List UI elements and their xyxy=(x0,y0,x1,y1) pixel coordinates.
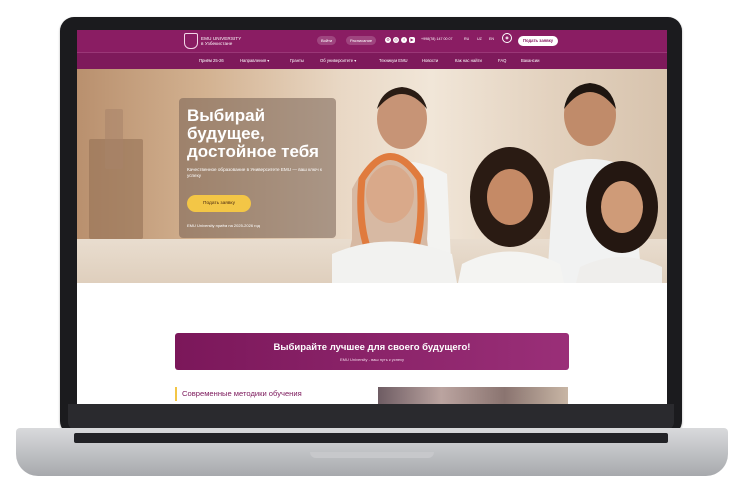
nav-item-directions-label: Направления xyxy=(240,58,267,63)
top-bar: EMU UNIVERSITY в Узбекистане Войти Распи… xyxy=(77,30,667,52)
banner-title: Выбирайте лучшее для своего будущего! xyxy=(273,342,471,353)
nav-item-college[interactable]: Техникум EMU xyxy=(379,58,408,63)
instagram-icon[interactable]: ◎ xyxy=(393,37,399,43)
methods-photo xyxy=(378,387,568,404)
logo[interactable]: EMU UNIVERSITY в Узбекистане xyxy=(184,33,241,49)
login-button[interactable]: Войти xyxy=(317,36,337,45)
laptop-keyboard xyxy=(74,433,668,443)
students-photo xyxy=(332,83,662,283)
apply-button-top[interactable]: Подать заявку xyxy=(518,36,559,46)
schedule-button[interactable]: Расписание xyxy=(346,36,377,45)
nav-item-admission[interactable]: Приём 25-26 xyxy=(199,58,224,63)
banner-subtitle: EMU University - ваш путь к успеху xyxy=(339,357,405,362)
logo-line2: в Узбекистане xyxy=(201,41,233,46)
promo-banner: Выбирайте лучшее для своего будущего! EM… xyxy=(175,333,569,370)
facebook-icon[interactable]: f xyxy=(401,37,407,43)
hero-note: EMU University приём на 2025-2026 год xyxy=(187,223,261,228)
hero-title: Выбирай будущее, достойное тебя xyxy=(187,106,319,161)
chevron-down-icon: ▾ xyxy=(266,58,270,63)
laptop-bezel xyxy=(68,404,674,430)
settings-icon[interactable]: ⚙ xyxy=(385,37,391,43)
nav-item-faq[interactable]: FAQ xyxy=(498,58,506,63)
apply-button-hero[interactable]: Подать заявку xyxy=(187,195,251,212)
nav-item-contacts[interactable]: Как нас найти xyxy=(455,58,482,63)
nav-item-directions[interactable]: Направления ▾ xyxy=(240,58,269,63)
background-anatomy-model xyxy=(105,109,123,169)
login-label: Войти xyxy=(321,38,333,43)
lang-en[interactable]: EN xyxy=(489,37,494,41)
main-nav: Приём 25-26 Направления ▾ Гранты Об унив… xyxy=(77,52,667,70)
nav-item-about-label: Об университете xyxy=(320,58,354,63)
hero-section: Выбирай будущее, достойное тебя Качестве… xyxy=(77,69,667,283)
phone-number[interactable]: +998(78) 147 00 07 xyxy=(421,37,452,41)
nav-item-vacancies[interactable]: Вакансии xyxy=(521,58,539,63)
laptop-notch xyxy=(310,452,434,458)
nav-item-grants[interactable]: Гранты xyxy=(290,58,304,63)
nav-item-about[interactable]: Об университете ▾ xyxy=(320,58,356,63)
hero-subtitle: Качественное образование в Университете … xyxy=(187,167,322,178)
eye-icon[interactable]: ◉ xyxy=(502,33,512,43)
youtube-icon[interactable]: ▶ xyxy=(409,37,415,43)
schedule-label: Расписание xyxy=(350,38,373,43)
lang-uz[interactable]: UZ xyxy=(477,37,482,41)
chevron-down-icon: ▾ xyxy=(353,58,357,63)
student-curly-hair xyxy=(458,147,564,283)
methods-heading: Современные методики обучения xyxy=(175,387,302,401)
shield-logo-icon xyxy=(184,33,198,49)
laptop-screen: EMU UNIVERSITY в Узбекистане Войти Распи… xyxy=(77,30,667,404)
lang-ru[interactable]: RU xyxy=(464,37,469,41)
nav-item-news[interactable]: Новости xyxy=(422,58,438,63)
